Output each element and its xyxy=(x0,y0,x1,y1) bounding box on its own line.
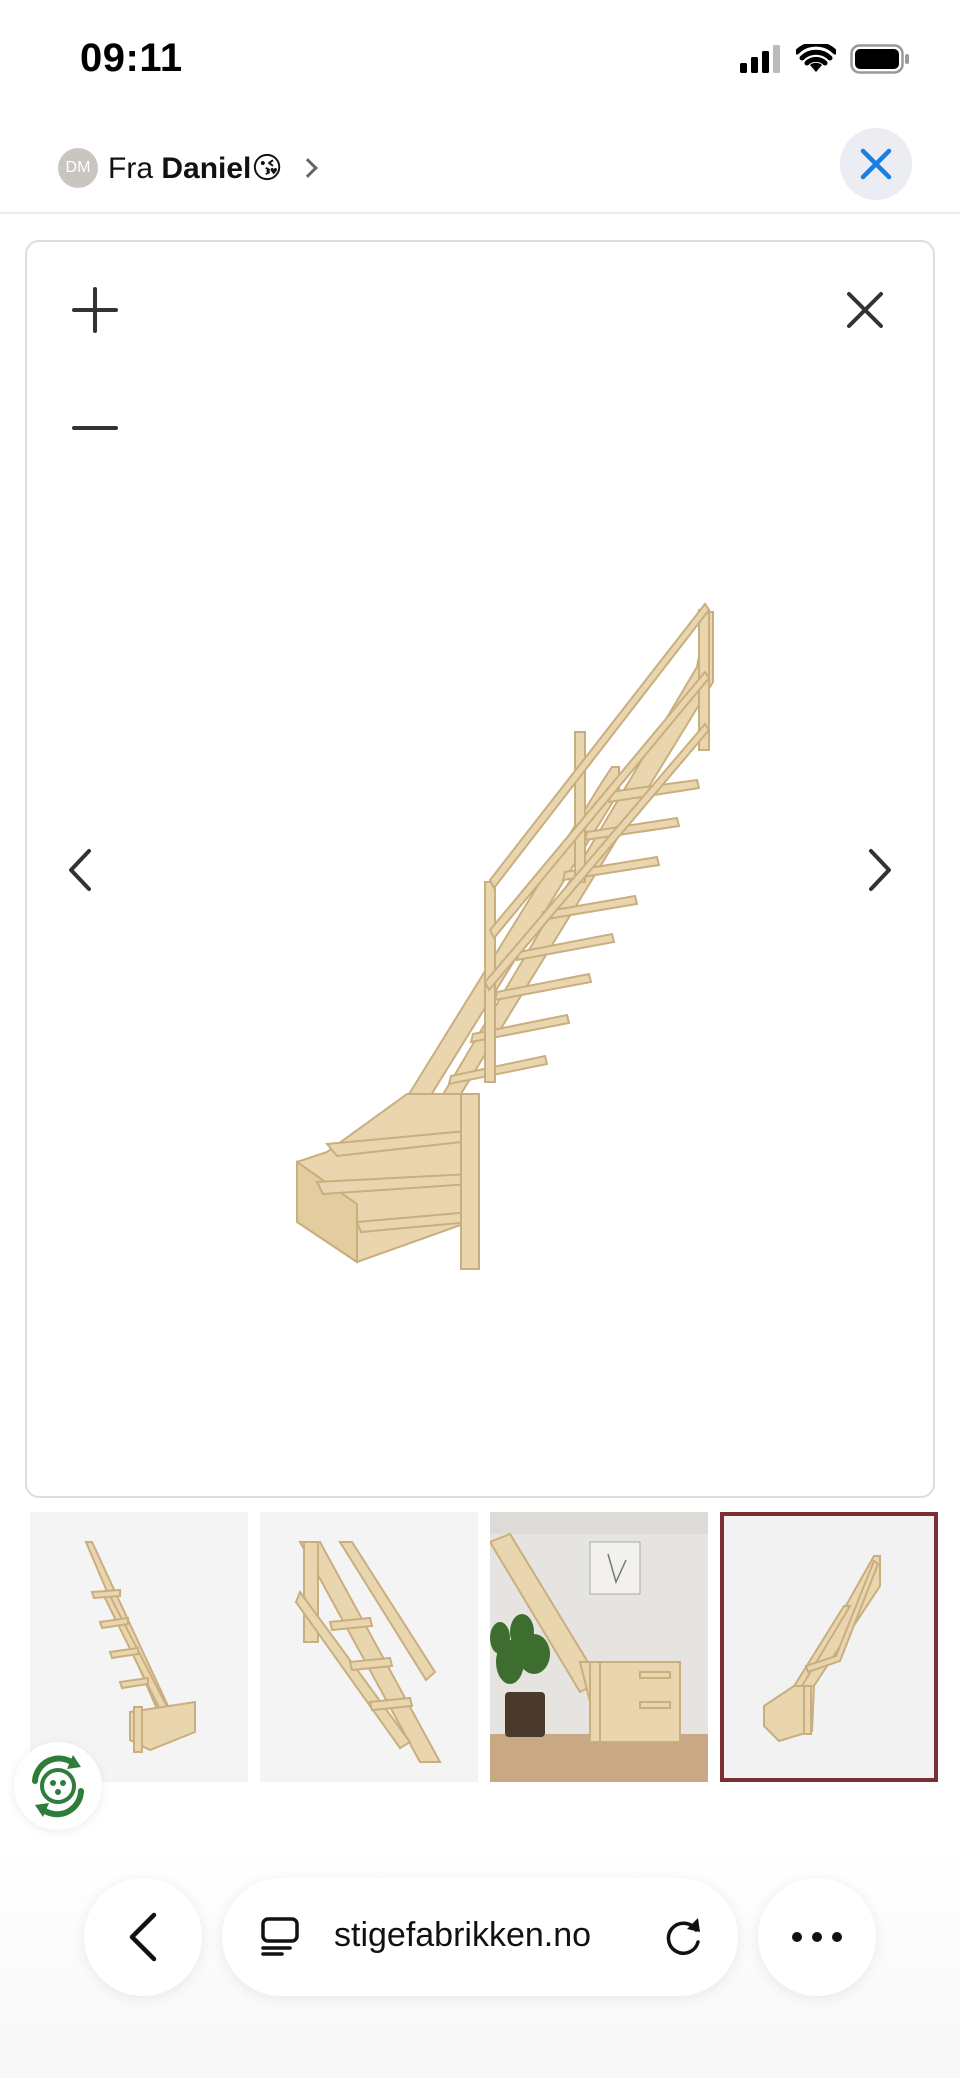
viewer-close-button[interactable] xyxy=(837,282,893,338)
cellular-signal-icon xyxy=(740,45,782,78)
next-image-button[interactable] xyxy=(855,840,905,900)
message-header: DM Fra Daniel😘 xyxy=(0,128,960,214)
back-icon xyxy=(129,1912,157,1962)
more-icon xyxy=(792,1932,842,1942)
address-bar[interactable]: stigefabrikken.no xyxy=(222,1878,738,1996)
staircase-image xyxy=(296,602,714,1270)
thumbnail-staircase-side[interactable] xyxy=(720,1512,938,1782)
chevron-right-icon xyxy=(297,158,318,178)
chevron-right-icon xyxy=(869,849,891,891)
close-icon xyxy=(860,148,892,180)
thumbnail-staircase-handrail[interactable] xyxy=(260,1512,478,1782)
from-label: Fra xyxy=(108,151,153,185)
reload-icon[interactable] xyxy=(664,1916,704,1958)
chevron-left-icon xyxy=(69,849,91,891)
close-button[interactable] xyxy=(840,128,912,200)
thumbnail-staircase-room[interactable] xyxy=(490,1512,708,1782)
status-icons xyxy=(740,41,910,79)
sender-name: Daniel xyxy=(161,151,252,185)
sender-label: Fra Daniel😘 xyxy=(108,151,283,186)
sender-emoji: 😘 xyxy=(251,151,283,185)
back-button[interactable] xyxy=(84,1878,202,1996)
status-bar: 09:11 xyxy=(0,0,960,120)
zoom-out-button[interactable] xyxy=(67,400,123,456)
zoom-out-icon xyxy=(72,426,118,430)
avatar: DM xyxy=(58,148,98,188)
recycle-icon xyxy=(32,1755,84,1818)
browser-toolbar: stigefabrikken.no xyxy=(0,1850,960,2078)
sender-link[interactable]: DM Fra Daniel😘 xyxy=(58,146,318,190)
close-icon xyxy=(847,292,883,328)
wifi-icon xyxy=(794,41,838,79)
previous-image-button[interactable] xyxy=(55,840,105,900)
more-options-button[interactable] xyxy=(758,1878,876,1996)
zoom-in-icon xyxy=(72,287,118,333)
status-time: 09:11 xyxy=(80,36,183,80)
reader-icon xyxy=(261,1917,299,1956)
image-viewer xyxy=(25,240,935,1498)
thumbnail-strip xyxy=(30,1512,938,1782)
recycle-badge-button[interactable] xyxy=(14,1742,102,1830)
battery-icon xyxy=(850,44,910,79)
zoom-in-button[interactable] xyxy=(67,282,123,338)
url-text: stigefabrikken.no xyxy=(334,1916,592,1954)
